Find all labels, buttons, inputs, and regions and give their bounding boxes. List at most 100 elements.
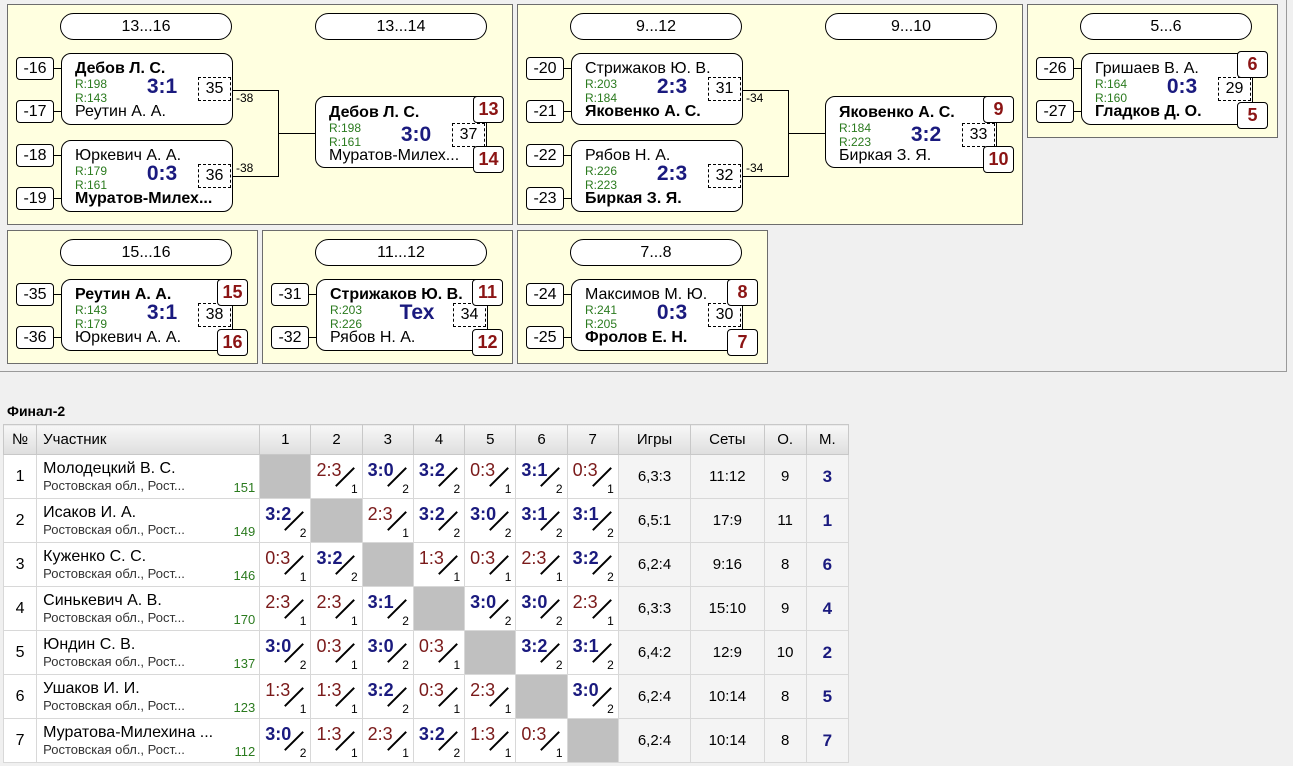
table-row[interactable]: 7 Муратова-Милехина ... Ростовская обл.,… bbox=[2, 718, 850, 763]
result-cell[interactable]: 3:2 2 bbox=[412, 718, 466, 763]
result-cell[interactable]: 0:3 1 bbox=[310, 630, 363, 675]
seed-label: -35 bbox=[16, 283, 54, 306]
result-cell[interactable]: 3:0 2 bbox=[464, 586, 517, 631]
result-score: 1:3 bbox=[316, 723, 342, 744]
table-row[interactable]: 3 Куженко С. С. Ростовская обл., Рост...… bbox=[2, 542, 850, 587]
match-number: 30 bbox=[708, 303, 741, 327]
result-points: 1 bbox=[504, 701, 512, 716]
player-b-name: Реутин А. А. bbox=[75, 103, 166, 120]
result-cell[interactable]: 2:3 1 bbox=[566, 586, 619, 631]
result-cell[interactable]: 3:0 2 bbox=[464, 498, 517, 543]
result-cell[interactable]: 3:2 2 bbox=[412, 454, 466, 499]
result-cell[interactable]: 1:3 1 bbox=[310, 718, 363, 763]
table-row[interactable]: 5 Юндин С. В. Ростовская обл., Рост... 1… bbox=[2, 630, 850, 675]
match-box-33[interactable]: Яковенко А. С. R:184 R:223 3:2 33 Биркая… bbox=[825, 96, 997, 168]
col-header[interactable]: Участник bbox=[36, 424, 261, 455]
result-cell[interactable]: 2:3 1 bbox=[259, 586, 312, 631]
result-cell[interactable]: 3:2 2 bbox=[361, 674, 414, 719]
result-cell[interactable]: 3:2 2 bbox=[259, 498, 312, 543]
result-cell[interactable]: 3:0 2 bbox=[259, 718, 312, 763]
participant-cell[interactable]: Юндин С. В. Ростовская обл., Рост... 137 bbox=[36, 630, 261, 675]
result-cell[interactable]: 2:3 1 bbox=[310, 586, 363, 631]
result-cell[interactable]: 0:3 1 bbox=[259, 542, 312, 587]
match-box-35[interactable]: Дебов Л. С. R:198 R:143 3:1 35 Реутин А.… bbox=[61, 53, 233, 125]
participant-cell[interactable]: Муратова-Милехина ... Ростовская обл., Р… bbox=[36, 718, 261, 763]
result-cell[interactable]: 2:3 1 bbox=[515, 542, 568, 587]
result-cell[interactable]: 1:3 1 bbox=[310, 674, 363, 719]
match-box-31[interactable]: Стрижаков Ю. В. R:203 R:184 2:3 31 Якове… bbox=[571, 53, 743, 125]
result-cell[interactable]: 3:0 2 bbox=[259, 630, 312, 675]
result-cell[interactable]: 0:3 1 bbox=[464, 542, 517, 587]
result-cell[interactable]: 2:3 1 bbox=[310, 454, 363, 499]
col-header[interactable]: М. bbox=[805, 424, 850, 455]
result-cell[interactable]: 3:2 2 bbox=[515, 630, 568, 675]
match-box-36[interactable]: Юркевич А. А. R:179 R:161 0:3 36 Муратов… bbox=[61, 140, 233, 212]
col-header[interactable]: 6 bbox=[515, 424, 568, 455]
result-cell[interactable]: 0:3 1 bbox=[566, 454, 619, 499]
round-header: 11...12 bbox=[315, 239, 487, 266]
result-cell[interactable]: 3:0 2 bbox=[361, 454, 414, 499]
result-cell[interactable]: 3:1 2 bbox=[515, 498, 568, 543]
match-box-32[interactable]: Рябов Н. А. R:226 R:223 2:3 32 Биркая З.… bbox=[571, 140, 743, 212]
result-cell[interactable]: 0:3 1 bbox=[464, 454, 517, 499]
place-cell: 6 bbox=[805, 542, 850, 587]
result-cell[interactable]: 3:1 2 bbox=[566, 630, 619, 675]
participant-cell[interactable]: Молодецкий В. С. Ростовская обл., Рост..… bbox=[36, 454, 261, 499]
result-cell[interactable]: 3:0 2 bbox=[361, 630, 414, 675]
table-header-row: № Участник 1 2 3 4 5 6 7 Игры Сеты О. М. bbox=[2, 424, 850, 455]
col-header[interactable]: Сеты bbox=[690, 424, 765, 455]
col-header[interactable]: 2 bbox=[310, 424, 363, 455]
result-points: 1 bbox=[299, 613, 307, 628]
table-row[interactable]: 1 Молодецкий В. С. Ростовская обл., Рост… bbox=[2, 454, 850, 499]
player-a-rating: R:203 bbox=[585, 77, 618, 91]
participant-cell[interactable]: Синькевич А. В. Ростовская обл., Рост...… bbox=[36, 586, 261, 631]
table-row[interactable]: 2 Исаков И. А. Ростовская обл., Рост... … bbox=[2, 498, 850, 543]
result-cell[interactable]: 3:2 2 bbox=[412, 498, 466, 543]
result-score: 3:2 bbox=[265, 503, 292, 524]
match-box-38[interactable]: Реутин А. А. R:143 R:179 3:1 38 Юркевич … bbox=[61, 279, 233, 351]
result-cell[interactable]: 2:3 1 bbox=[361, 498, 414, 543]
col-header[interactable]: 5 bbox=[464, 424, 517, 455]
match-box-37[interactable]: Дебов Л. С. R:198 R:161 3:0 37 Муратов-М… bbox=[315, 96, 487, 168]
table-row[interactable]: 4 Синькевич А. В. Ростовская обл., Рост.… bbox=[2, 586, 850, 631]
result-cell[interactable]: 2:3 1 bbox=[464, 674, 517, 719]
seed-label: -19 bbox=[16, 187, 54, 210]
result-cell[interactable]: 3:0 2 bbox=[566, 674, 619, 719]
table-row[interactable]: 6 Ушаков И. И. Ростовская обл., Рост... … bbox=[2, 674, 850, 719]
result-cell[interactable]: 3:1 2 bbox=[515, 454, 568, 499]
result-cell[interactable]: 3:1 2 bbox=[566, 498, 619, 543]
col-header[interactable]: 1 bbox=[259, 424, 312, 455]
result-cell[interactable]: 0:3 1 bbox=[412, 630, 466, 675]
match-box-30[interactable]: Максимов М. Ю. R:241 R:205 0:3 30 Фролов… bbox=[571, 279, 743, 351]
result-cell[interactable]: 0:3 1 bbox=[515, 718, 568, 763]
result-cell[interactable]: 3:2 2 bbox=[310, 542, 363, 587]
result-score: 1:3 bbox=[470, 723, 496, 744]
col-header[interactable]: Игры bbox=[617, 424, 692, 455]
col-header[interactable]: О. bbox=[763, 424, 807, 455]
participant-rating: 149 bbox=[233, 524, 256, 539]
col-header[interactable]: № bbox=[2, 424, 38, 455]
col-header[interactable]: 4 bbox=[412, 424, 466, 455]
result-cell[interactable]: 2:3 1 bbox=[361, 718, 414, 763]
col-header[interactable]: 3 bbox=[361, 424, 414, 455]
player-b-name: Муратов-Милех... bbox=[329, 147, 460, 164]
result-cell[interactable]: 1:3 1 bbox=[412, 542, 466, 587]
participant-cell[interactable]: Исаков И. А. Ростовская обл., Рост... 14… bbox=[36, 498, 261, 543]
result-points: 2 bbox=[607, 569, 614, 584]
result-cell[interactable]: 3:0 2 bbox=[515, 586, 568, 631]
seed-label: -36 bbox=[16, 326, 54, 349]
col-header[interactable]: 7 bbox=[566, 424, 619, 455]
result-cell[interactable]: 3:1 2 bbox=[361, 586, 414, 631]
result-points: 2 bbox=[299, 745, 307, 760]
result-cell[interactable]: 1:3 1 bbox=[464, 718, 517, 763]
participant-cell[interactable]: Ушаков И. И. Ростовская обл., Рост... 12… bbox=[36, 674, 261, 719]
participant-cell[interactable]: Куженко С. С. Ростовская обл., Рост... 1… bbox=[36, 542, 261, 587]
result-cell[interactable]: 3:2 2 bbox=[566, 542, 619, 587]
match-box-29[interactable]: Гришаев В. А. R:164 R:160 0:3 29 Гладков… bbox=[1081, 53, 1253, 125]
result-score: 3:2 bbox=[572, 547, 599, 568]
result-cell[interactable]: 0:3 1 bbox=[412, 674, 466, 719]
match-box-34[interactable]: Стрижаков Ю. В. R:203 R:226 Тех 34 Рябов… bbox=[316, 279, 488, 351]
sets-cell: 11:12 bbox=[690, 454, 765, 499]
result-cell[interactable]: 1:3 1 bbox=[259, 674, 312, 719]
result-score: 0:3 bbox=[470, 547, 496, 568]
